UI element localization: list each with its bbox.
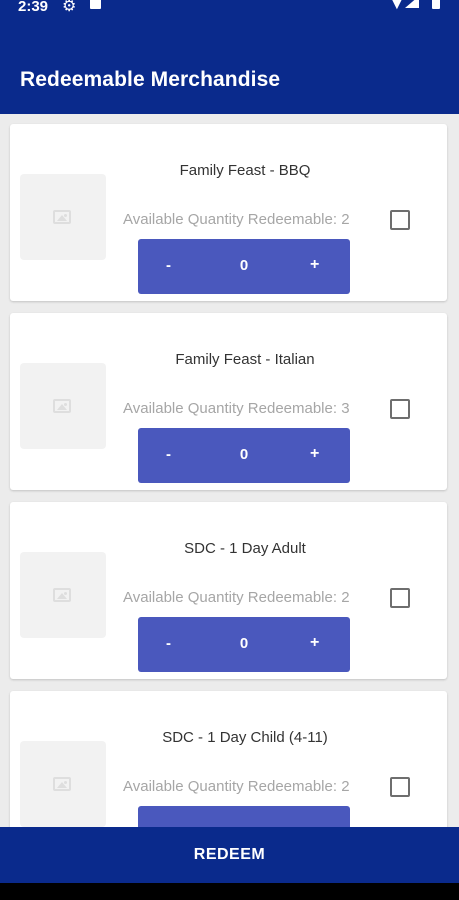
- item-name: SDC - 1 Day Child (4-11): [162, 729, 328, 746]
- increment-button[interactable]: +: [310, 445, 319, 463]
- page-title: Redeemable Merchandise: [20, 68, 281, 91]
- bottom-bar: REDEEM: [0, 827, 459, 883]
- status-bar: 2:39 ⚙ ▼: [0, 0, 459, 22]
- merchandise-card: Family Feast - BBQ Available Quantity Re…: [10, 124, 447, 301]
- item-thumbnail: [20, 363, 106, 449]
- quantity-stepper: - 0 +: [138, 617, 350, 672]
- image-placeholder-icon: [53, 588, 71, 602]
- quantity-value: 0: [239, 635, 249, 652]
- item-thumbnail: [20, 552, 106, 638]
- available-quantity: Available Quantity Redeemable: 2: [123, 211, 350, 228]
- battery-icon: [432, 0, 440, 9]
- system-nav-bar: [0, 883, 459, 900]
- select-checkbox[interactable]: [390, 588, 410, 608]
- select-checkbox[interactable]: [390, 399, 410, 419]
- decrement-button[interactable]: -: [166, 446, 171, 463]
- available-quantity: Available Quantity Redeemable: 2: [123, 778, 350, 795]
- increment-button[interactable]: +: [310, 256, 319, 274]
- decrement-button[interactable]: -: [166, 635, 171, 652]
- gear-icon: ⚙: [62, 0, 77, 15]
- item-name: Family Feast - BBQ: [179, 162, 311, 179]
- quantity-value: 0: [239, 257, 249, 274]
- increment-button[interactable]: +: [310, 634, 319, 652]
- item-thumbnail: [20, 174, 106, 260]
- select-checkbox[interactable]: [390, 777, 410, 797]
- redeem-button[interactable]: REDEEM: [0, 827, 459, 883]
- merchandise-card: SDC - 1 Day Adult Available Quantity Red…: [10, 502, 447, 679]
- item-thumbnail: [20, 741, 106, 827]
- available-quantity: Available Quantity Redeemable: 2: [123, 589, 350, 606]
- select-checkbox[interactable]: [390, 210, 410, 230]
- wifi-icon: ▼: [388, 0, 406, 13]
- item-name: Family Feast - Italian: [175, 351, 315, 368]
- quantity-stepper: [138, 806, 350, 827]
- merchandise-card: Family Feast - Italian Available Quantit…: [10, 313, 447, 490]
- merchandise-card: SDC - 1 Day Child (4-11) Available Quant…: [10, 691, 447, 827]
- app-bar: Redeemable Merchandise: [0, 22, 459, 114]
- image-placeholder-icon: [53, 777, 71, 791]
- quantity-value: 0: [239, 446, 249, 463]
- quantity-stepper: - 0 +: [138, 428, 350, 483]
- image-placeholder-icon: [53, 399, 71, 413]
- image-placeholder-icon: [53, 210, 71, 224]
- decrement-button[interactable]: -: [166, 257, 171, 274]
- quantity-stepper: - 0 +: [138, 239, 350, 294]
- signal-icon: [405, 0, 419, 8]
- merchandise-list[interactable]: Family Feast - BBQ Available Quantity Re…: [0, 114, 459, 827]
- item-name: SDC - 1 Day Adult: [184, 540, 306, 557]
- available-quantity: Available Quantity Redeemable: 3: [123, 400, 350, 417]
- sd-card-icon: [90, 0, 101, 9]
- status-time: 2:39: [18, 0, 49, 15]
